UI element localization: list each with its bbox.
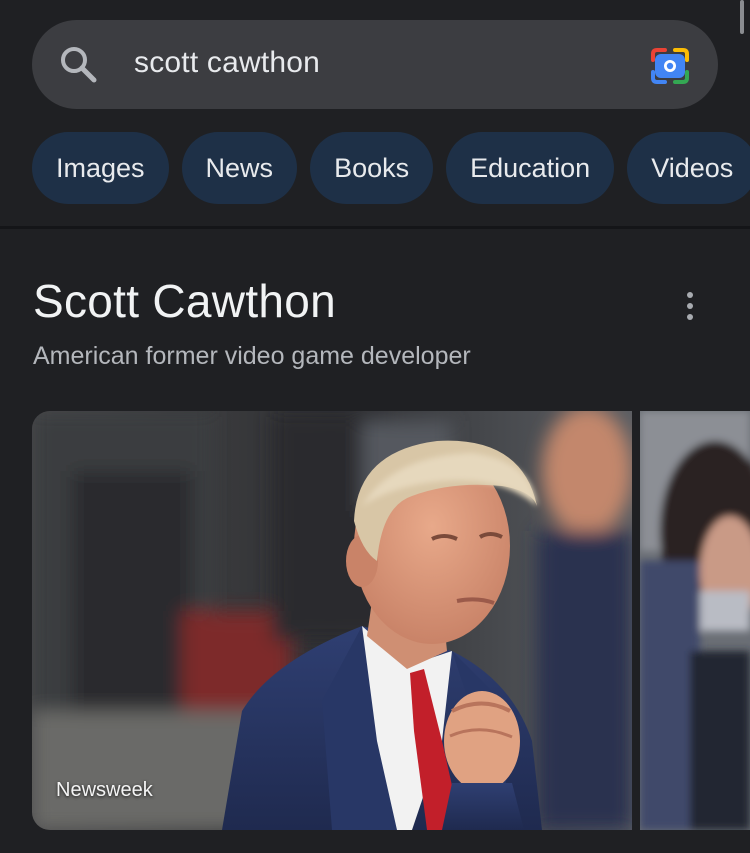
knowledge-panel-image-2[interactable] (640, 411, 750, 830)
chip-images[interactable]: Images (32, 132, 169, 204)
google-lens-icon[interactable] (649, 46, 691, 86)
photo-partial-illustration (640, 411, 750, 830)
section-divider (0, 226, 750, 229)
search-icon[interactable] (58, 44, 98, 84)
photo-person-illustration (32, 411, 632, 830)
chip-news[interactable]: News (181, 132, 298, 204)
more-dot (687, 292, 693, 298)
chip-education[interactable]: Education (446, 132, 615, 204)
image-source-label: Newsweek (56, 779, 153, 801)
search-input[interactable]: scott cawthon (134, 46, 320, 80)
more-dot (687, 314, 693, 320)
knowledge-panel-subtitle: American former video game developer (33, 342, 471, 370)
more-vert-icon[interactable] (676, 288, 704, 324)
search-filter-chips: Images News Books Education Videos (32, 132, 750, 206)
more-dot (687, 303, 693, 309)
chip-books[interactable]: Books (310, 132, 434, 204)
google-search-results-page: scott cawthon Images News Books Educatio… (0, 0, 750, 853)
knowledge-panel-title: Scott Cawthon (33, 275, 337, 327)
scroll-indicator[interactable] (740, 0, 744, 34)
chip-videos[interactable]: Videos (627, 132, 750, 204)
knowledge-panel-image-1[interactable]: Newsweek (32, 411, 632, 830)
